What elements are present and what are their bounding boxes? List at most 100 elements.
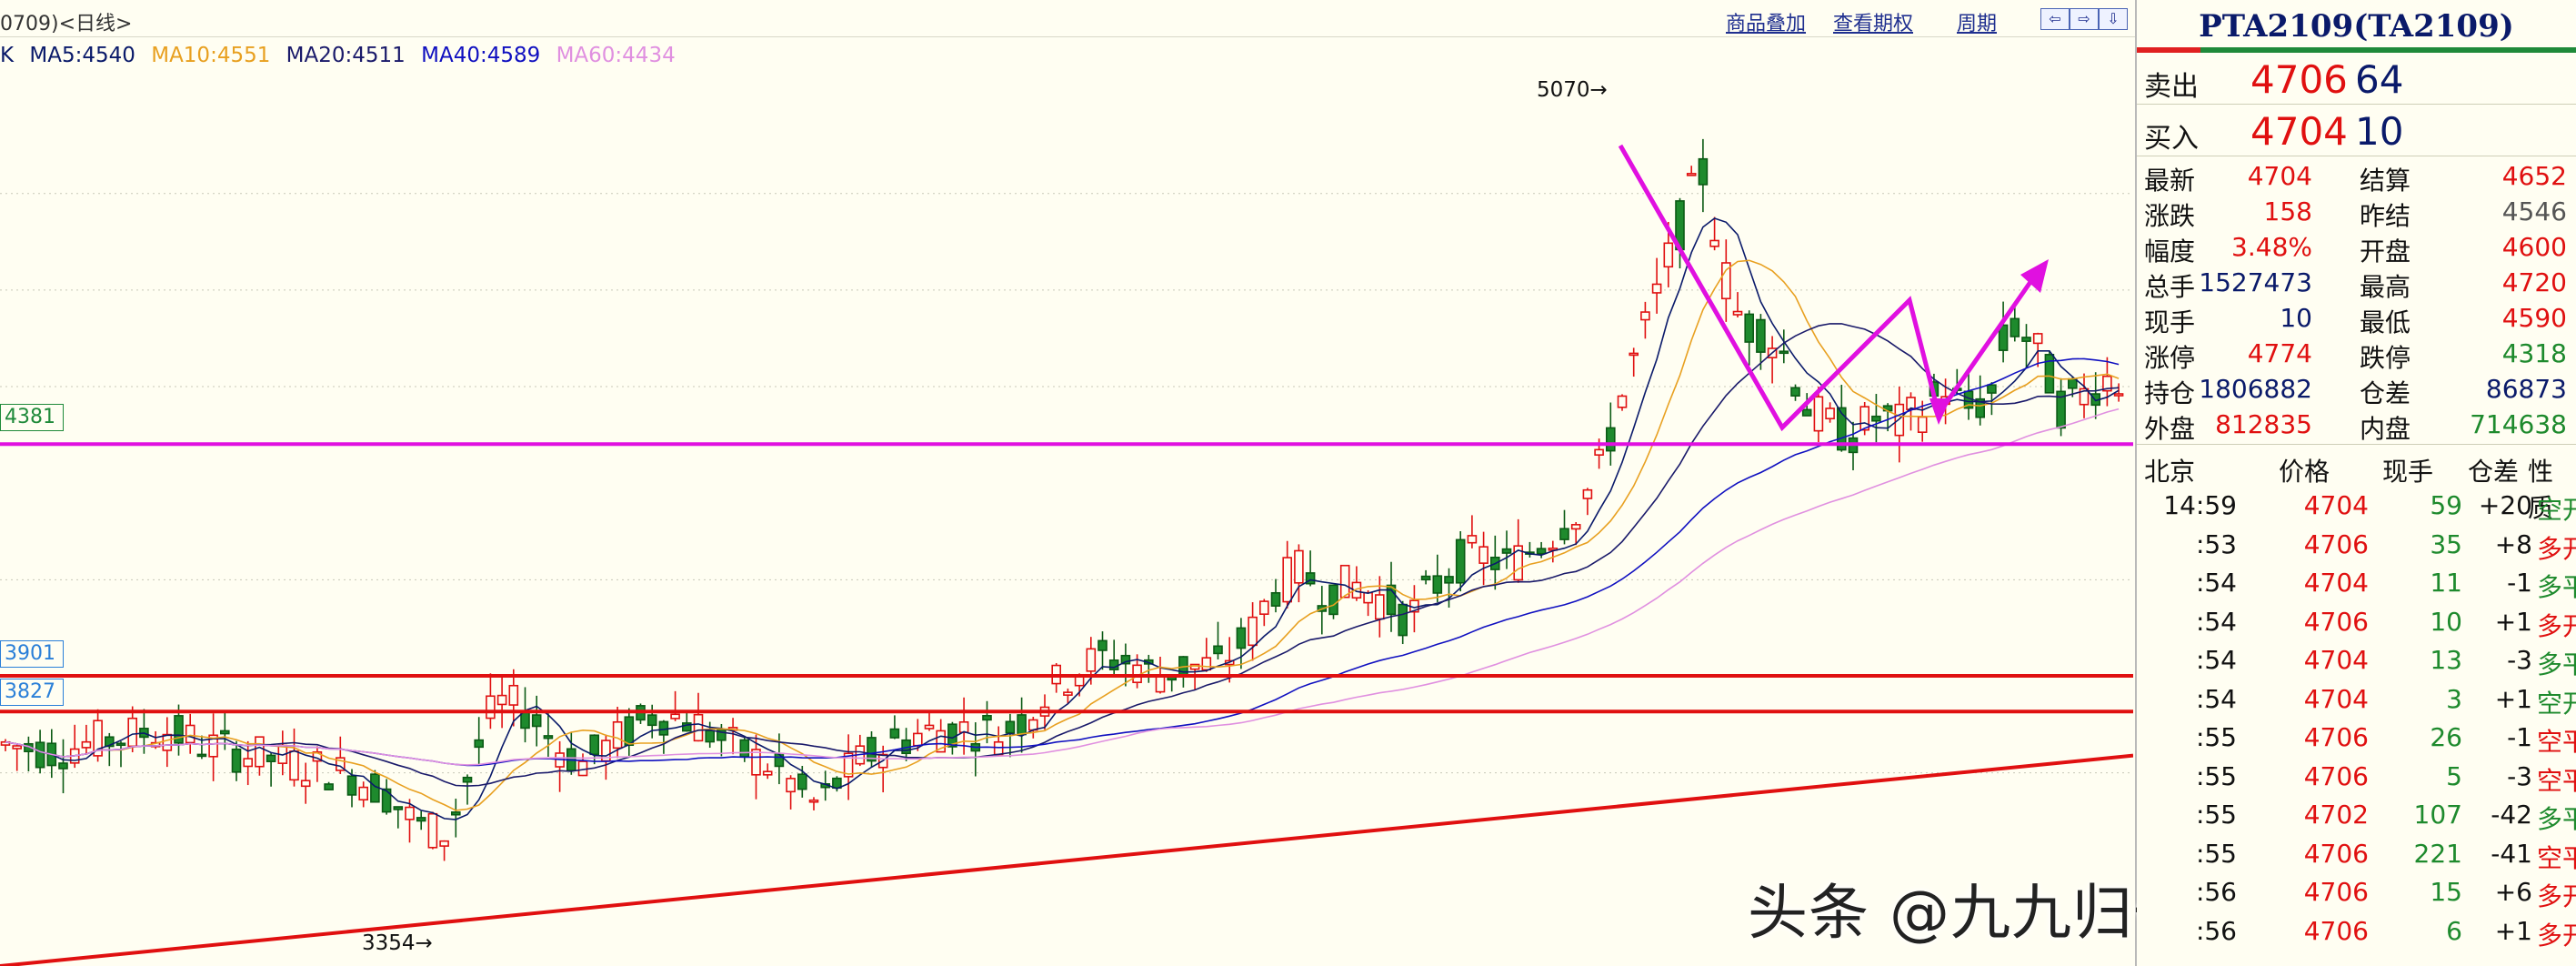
stat-label: 外盘 (2144, 414, 2196, 444)
candle-body (35, 741, 45, 769)
tick-volume: 10 (2430, 606, 2462, 637)
tick-row: :56 4706 15 +6 多开 (2137, 871, 2576, 911)
candle-body (1455, 538, 1466, 584)
stat-value: 3.48% (2231, 232, 2312, 262)
tick-list[interactable]: 14:59 4704 59 +20 空开:53 4706 35 +8 多开:54 4704 11 -1… (2137, 485, 2576, 951)
col-time: 北京 (2144, 457, 2196, 487)
stat-value: 158 (2263, 196, 2312, 226)
stat-row: 幅度 3.48% 开盘 4600 (2137, 227, 2576, 267)
tick-oi-change: +20 (2478, 490, 2532, 520)
stat-row: 总手 1527473 最高 4720 (2137, 263, 2576, 302)
stat-value: 1806882 (2199, 374, 2312, 404)
tick-price: 4702 (2303, 800, 2369, 830)
sell-volume: 64 (2355, 57, 2404, 102)
tick-time: :53 (2195, 528, 2237, 559)
candle-body (1444, 576, 1454, 584)
candle-body (1339, 564, 1350, 599)
tick-oi-change: -1 (2507, 722, 2532, 752)
tick-row: :54 4704 11 -1 多平 (2137, 562, 2576, 602)
price-chart-area[interactable]: 0709)<日线> 商品叠加 查看期权 周期 ⇦ ⇨ ⇩ K MA5:4540 … (0, 0, 2498, 966)
candle-body (1063, 691, 1073, 696)
ma-line-40 (5, 357, 2120, 767)
candle-body (982, 714, 992, 721)
candle-body (1432, 575, 1443, 594)
candle-body (993, 740, 1004, 756)
candle-body (416, 817, 426, 822)
candle-body (1779, 350, 1789, 355)
tick-oi-change: +1 (2494, 915, 2532, 946)
tick-oi-change: +6 (2494, 877, 2532, 907)
candlestick-chart[interactable]: 5070→ 3354→ (0, 0, 2133, 966)
candle-body (1756, 318, 1766, 353)
tick-row: 14:59 4704 59 +20 空开 (2137, 485, 2576, 525)
tick-row: :54 4706 10 +1 多开 (2137, 601, 2576, 641)
candle-body (1248, 616, 1258, 647)
candle-body (1651, 283, 1662, 294)
level-label-4381: 4381 (0, 404, 64, 431)
candle-body (1155, 675, 1166, 693)
candle-body (1559, 528, 1569, 540)
candle-body (1294, 549, 1304, 584)
candle-body (912, 732, 923, 747)
candle-body (543, 735, 554, 740)
stat-value: 4590 (2501, 303, 2567, 333)
tick-type: 空平 (2537, 727, 2576, 757)
tick-oi-change: -3 (2507, 760, 2532, 791)
low-label: 3354→ (362, 931, 433, 955)
tick-type: 空平 (2537, 765, 2576, 796)
candle-body (324, 783, 334, 790)
candle-body (1467, 535, 1478, 544)
tick-type: 多开 (2537, 881, 2576, 911)
candle-body (1478, 546, 1488, 564)
tick-volume: 26 (2430, 722, 2462, 752)
candle-body (2021, 337, 2031, 342)
tick-type: 空开 (2537, 688, 2576, 719)
tick-type: 空平 (2537, 842, 2576, 873)
stat-row: 涨跌 158 昨结 4546 (2137, 192, 2576, 231)
candle-body (762, 770, 773, 776)
tick-time: :56 (2195, 877, 2237, 907)
tick-price: 4706 (2303, 915, 2369, 946)
col-oi-change: 仓差 (2468, 457, 2520, 487)
candle-body (162, 733, 173, 751)
candle-body (1640, 311, 1650, 321)
candle-body (508, 684, 519, 706)
candle-body (1363, 591, 1373, 604)
candle-body (1629, 352, 1639, 357)
candle-body (346, 775, 357, 796)
arrow-head-icon (1929, 398, 1950, 425)
candle-body (1098, 639, 1108, 651)
tick-volume: 13 (2430, 645, 2462, 675)
stat-value: 86873 (2485, 374, 2567, 404)
tick-type: 多开 (2537, 610, 2576, 641)
candle-body (531, 714, 542, 728)
candle-body (693, 713, 704, 742)
tick-type: 多开 (2537, 533, 2576, 564)
tick-price: 4704 (2303, 568, 2369, 598)
candle-body (1801, 408, 1812, 417)
tick-row: :55 4706 5 -3 空平 (2137, 756, 2576, 796)
candle-body (185, 724, 195, 744)
candle-body (1536, 548, 1547, 555)
candle-body (647, 714, 657, 727)
candle-body (2113, 393, 2124, 397)
buy-price: 4704 (2250, 109, 2348, 154)
candle-body (577, 760, 588, 777)
candle-body (196, 753, 207, 758)
tick-type: 多平 (2537, 572, 2576, 602)
candle-body (393, 806, 404, 810)
tick-time: :55 (2195, 760, 2237, 791)
tick-volume: 3 (2446, 683, 2462, 714)
pattern-lines (1618, 144, 2040, 432)
tick-volume: 35 (2430, 528, 2462, 559)
candle-body (12, 745, 22, 750)
candle-body (439, 840, 449, 847)
tick-time: :54 (2195, 606, 2237, 637)
candle-body (300, 780, 311, 788)
candle-body (1698, 157, 1709, 186)
candle-body (289, 750, 299, 781)
tick-row: :55 4706 221 -41 空平 (2137, 833, 2576, 873)
candle-body (496, 694, 507, 706)
candle-body (705, 730, 716, 743)
candle-body (1987, 384, 1997, 394)
